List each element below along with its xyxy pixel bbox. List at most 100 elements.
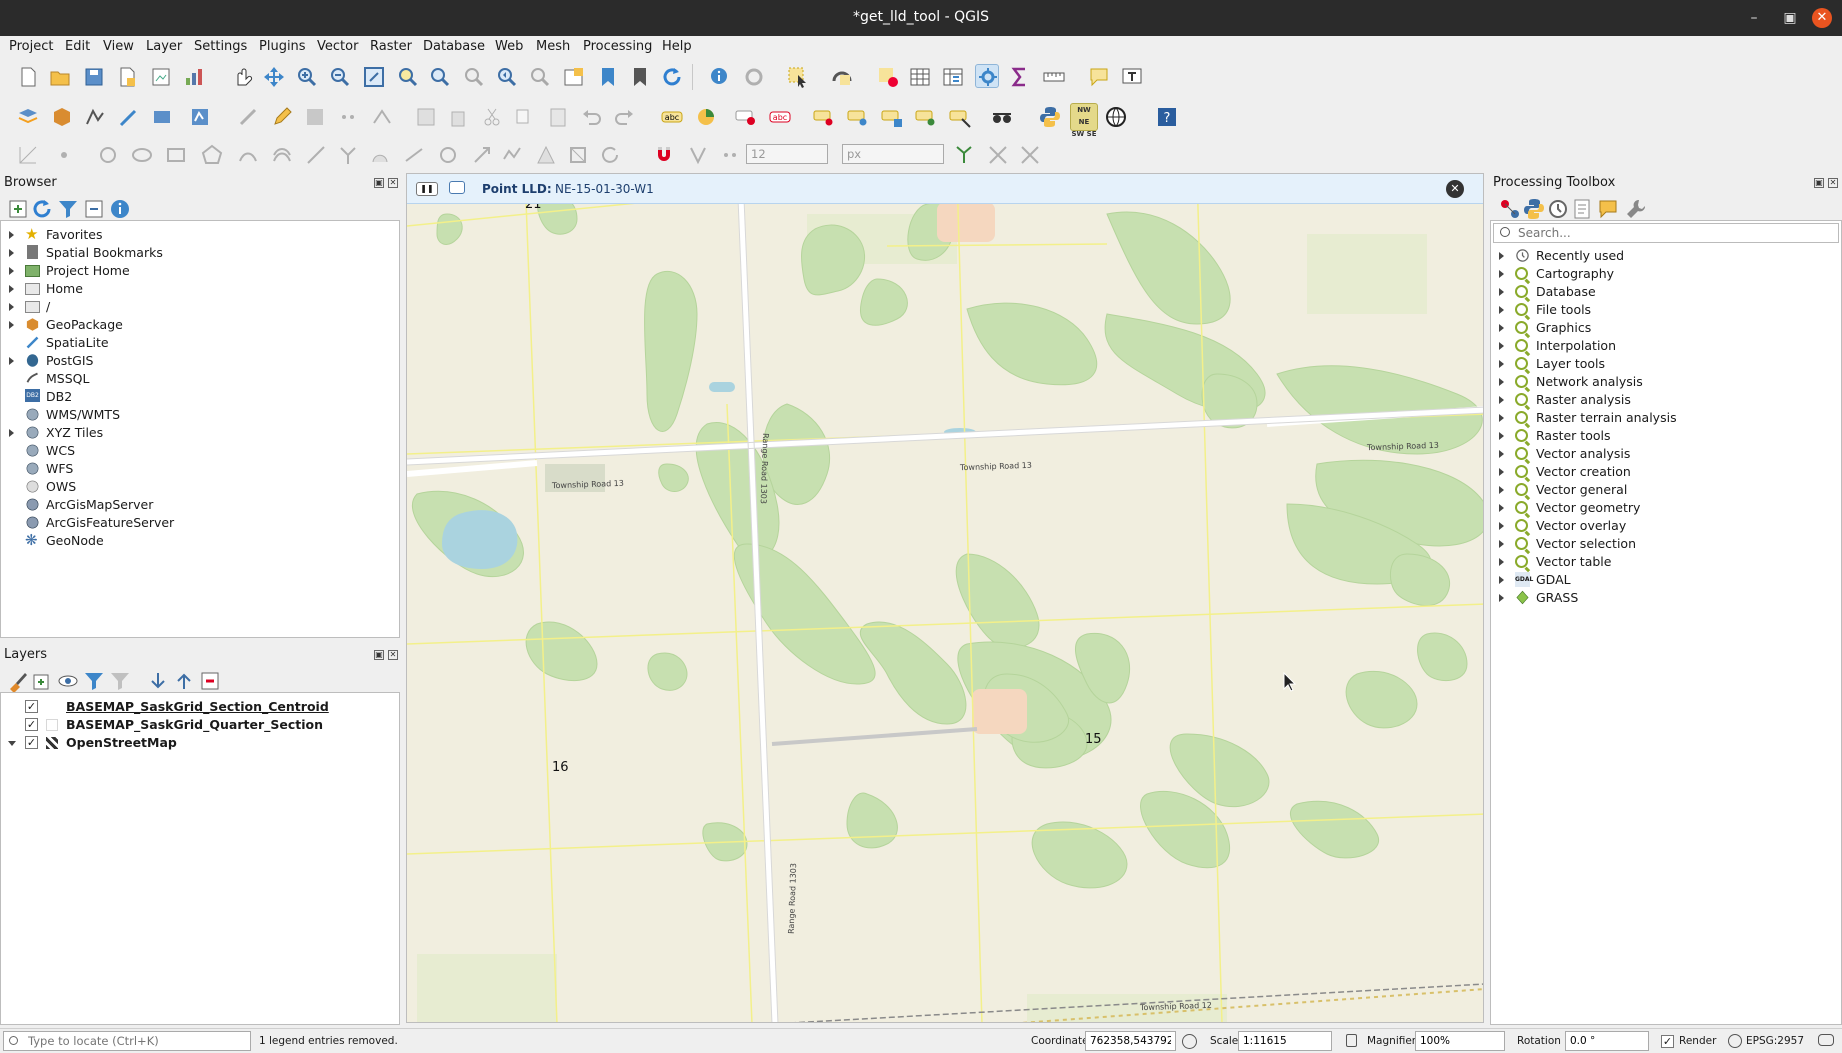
expand-arrow-icon[interactable]: [1499, 486, 1504, 494]
map-canvas[interactable]: 21 16 15 Township Road 13 Township Road …: [406, 173, 1484, 1023]
expand-arrow-icon[interactable]: [1499, 414, 1504, 422]
expand-arrow-icon[interactable]: [1499, 558, 1504, 566]
expand-arrow-icon[interactable]: [1499, 540, 1504, 548]
message-close-icon[interactable]: ✕: [1446, 180, 1464, 198]
vertex-tool-icon[interactable]: [370, 105, 394, 129]
toolbox-item-cartography[interactable]: Cartography: [1491, 265, 1839, 283]
help-icon[interactable]: ?: [1155, 105, 1179, 129]
save-edits-icon[interactable]: [303, 105, 327, 129]
redo-icon[interactable]: [612, 105, 636, 129]
digitize-merge-icon[interactable]: [336, 143, 360, 167]
expand-arrow-icon[interactable]: [1499, 324, 1504, 332]
zoom-native-icon[interactable]: [462, 65, 486, 89]
snap-trace-icon[interactable]: [1018, 143, 1042, 167]
menu-mesh[interactable]: Mesh: [536, 39, 570, 54]
add-delimited-text-icon[interactable]: [116, 105, 140, 129]
snap-config-icon[interactable]: [718, 143, 742, 167]
edit-features-inplace-icon[interactable]: [1596, 197, 1617, 219]
toolbox-search-input[interactable]: [1518, 225, 1828, 241]
digitize-offset-icon[interactable]: [270, 143, 294, 167]
remove-layer-icon[interactable]: [198, 669, 219, 690]
layer-item-quarter-section[interactable]: ✓ BASEMAP_SaskGrid_Quarter_Section: [1, 716, 399, 734]
expand-arrow-icon[interactable]: [1499, 306, 1504, 314]
browser-item-project-home[interactable]: Project Home: [1, 262, 399, 280]
expand-arrow-icon[interactable]: [1499, 342, 1504, 350]
expand-arrow-icon[interactable]: [1499, 594, 1504, 602]
layer-visibility-checkbox[interactable]: ✓: [25, 700, 38, 713]
toolbox-close-icon[interactable]: ✕: [1828, 178, 1838, 188]
add-selected-icon[interactable]: [6, 197, 27, 218]
new-map-view-icon[interactable]: [562, 65, 586, 89]
spy-plugin-icon[interactable]: [990, 105, 1014, 129]
digitize-delete-part-icon[interactable]: [566, 143, 590, 167]
toolbox-float-icon[interactable]: ▣: [1814, 178, 1824, 188]
window-close-button[interactable]: ✕: [1812, 8, 1832, 28]
style-manager-icon[interactable]: [182, 65, 206, 89]
digitize-add-part-icon[interactable]: [534, 143, 558, 167]
label-tool-icon[interactable]: abc: [660, 105, 684, 129]
snap-tolerance-input[interactable]: [746, 144, 828, 164]
toolbox-item-file-tools[interactable]: File tools: [1491, 301, 1839, 319]
expand-arrow-icon[interactable]: [1499, 468, 1504, 476]
undo-icon[interactable]: [580, 105, 604, 129]
digitize-reshape-icon[interactable]: [236, 143, 260, 167]
add-group-icon[interactable]: [30, 669, 49, 690]
expand-arrow-icon[interactable]: [1499, 450, 1504, 458]
zoom-out-icon[interactable]: [328, 65, 352, 89]
browser-close-icon[interactable]: ✕: [388, 178, 398, 188]
toolbox-item-vector-general[interactable]: Vector general: [1491, 481, 1839, 499]
browser-filter-icon[interactable]: [56, 197, 77, 218]
toolbox-item-interpolation[interactable]: Interpolation: [1491, 337, 1839, 355]
toolbox-item-database[interactable]: Database: [1491, 283, 1839, 301]
properties-info-icon[interactable]: [108, 197, 129, 218]
digitize-point-icon[interactable]: [52, 143, 76, 167]
models-icon[interactable]: [1498, 197, 1519, 218]
statistics-icon[interactable]: [1008, 65, 1032, 89]
digitize-rect-icon[interactable]: [164, 143, 188, 167]
map-view[interactable]: [407, 174, 1484, 1023]
toolbox-search-field[interactable]: [1493, 223, 1839, 243]
toolbox-item-vector-geometry[interactable]: Vector geometry: [1491, 499, 1839, 517]
digitize-trim-icon[interactable]: [402, 143, 426, 167]
menu-plugins[interactable]: Plugins: [259, 39, 306, 54]
toolbox-item-vector-table[interactable]: Vector table: [1491, 553, 1839, 571]
label-unpin-icon[interactable]: [948, 105, 972, 129]
toolbox-item-vector-analysis[interactable]: Vector analysis: [1491, 445, 1839, 463]
coordinate-input[interactable]: [1085, 1031, 1176, 1051]
browser-item-mssql[interactable]: MSSQL: [1, 370, 399, 388]
browser-item-arcgis-map[interactable]: ArcGisMapServer: [1, 496, 399, 514]
menu-web[interactable]: Web: [495, 39, 523, 54]
label-properties-icon[interactable]: [914, 105, 938, 129]
add-vector-layer-icon[interactable]: [83, 105, 107, 129]
data-source-manager-icon[interactable]: [16, 105, 40, 129]
filter-legend-icon[interactable]: [82, 669, 103, 690]
results-viewer-icon[interactable]: [1570, 197, 1590, 219]
browser-float-icon[interactable]: ▣: [374, 178, 384, 188]
collapse-layers-icon[interactable]: [172, 669, 191, 689]
toolbox-item-recently-used[interactable]: Recently used: [1491, 247, 1839, 265]
snap-topology-icon[interactable]: [952, 143, 976, 167]
zoom-in-icon[interactable]: [295, 65, 319, 89]
digitize-ellipse-icon[interactable]: [130, 143, 154, 167]
save-project-icon[interactable]: [82, 65, 106, 89]
menu-vector[interactable]: Vector: [317, 39, 358, 54]
menu-raster[interactable]: Raster: [370, 39, 412, 54]
layer-item-section-centroid[interactable]: ✓ BASEMAP_SaskGrid_Section_Centroid: [1, 698, 399, 716]
digitize-fill-ring-icon[interactable]: [368, 143, 392, 167]
layer-styling-icon[interactable]: [6, 669, 27, 693]
render-checkbox[interactable]: ✓: [1661, 1035, 1674, 1048]
digitize-rotate-icon[interactable]: [436, 143, 460, 167]
browser-item-root[interactable]: /: [1, 298, 399, 316]
browser-item-geonode[interactable]: ❋ GeoNode: [1, 532, 399, 550]
digitize-polygon-icon[interactable]: [200, 143, 224, 167]
actions-icon[interactable]: [742, 65, 766, 89]
new-geopackage-layer-icon[interactable]: [50, 105, 74, 129]
toolbox-item-graphics[interactable]: Graphics: [1491, 319, 1839, 337]
zoom-full-icon[interactable]: [362, 65, 386, 89]
show-hide-labels-icon[interactable]: abc: [768, 105, 792, 129]
browser-item-postgis[interactable]: PostGIS: [1, 352, 399, 370]
browser-item-geopackage[interactable]: GeoPackage: [1, 316, 399, 334]
toolbox-item-network-analysis[interactable]: Network analysis: [1491, 373, 1839, 391]
browser-refresh-icon[interactable]: [30, 197, 51, 218]
menu-settings[interactable]: Settings: [194, 39, 247, 54]
